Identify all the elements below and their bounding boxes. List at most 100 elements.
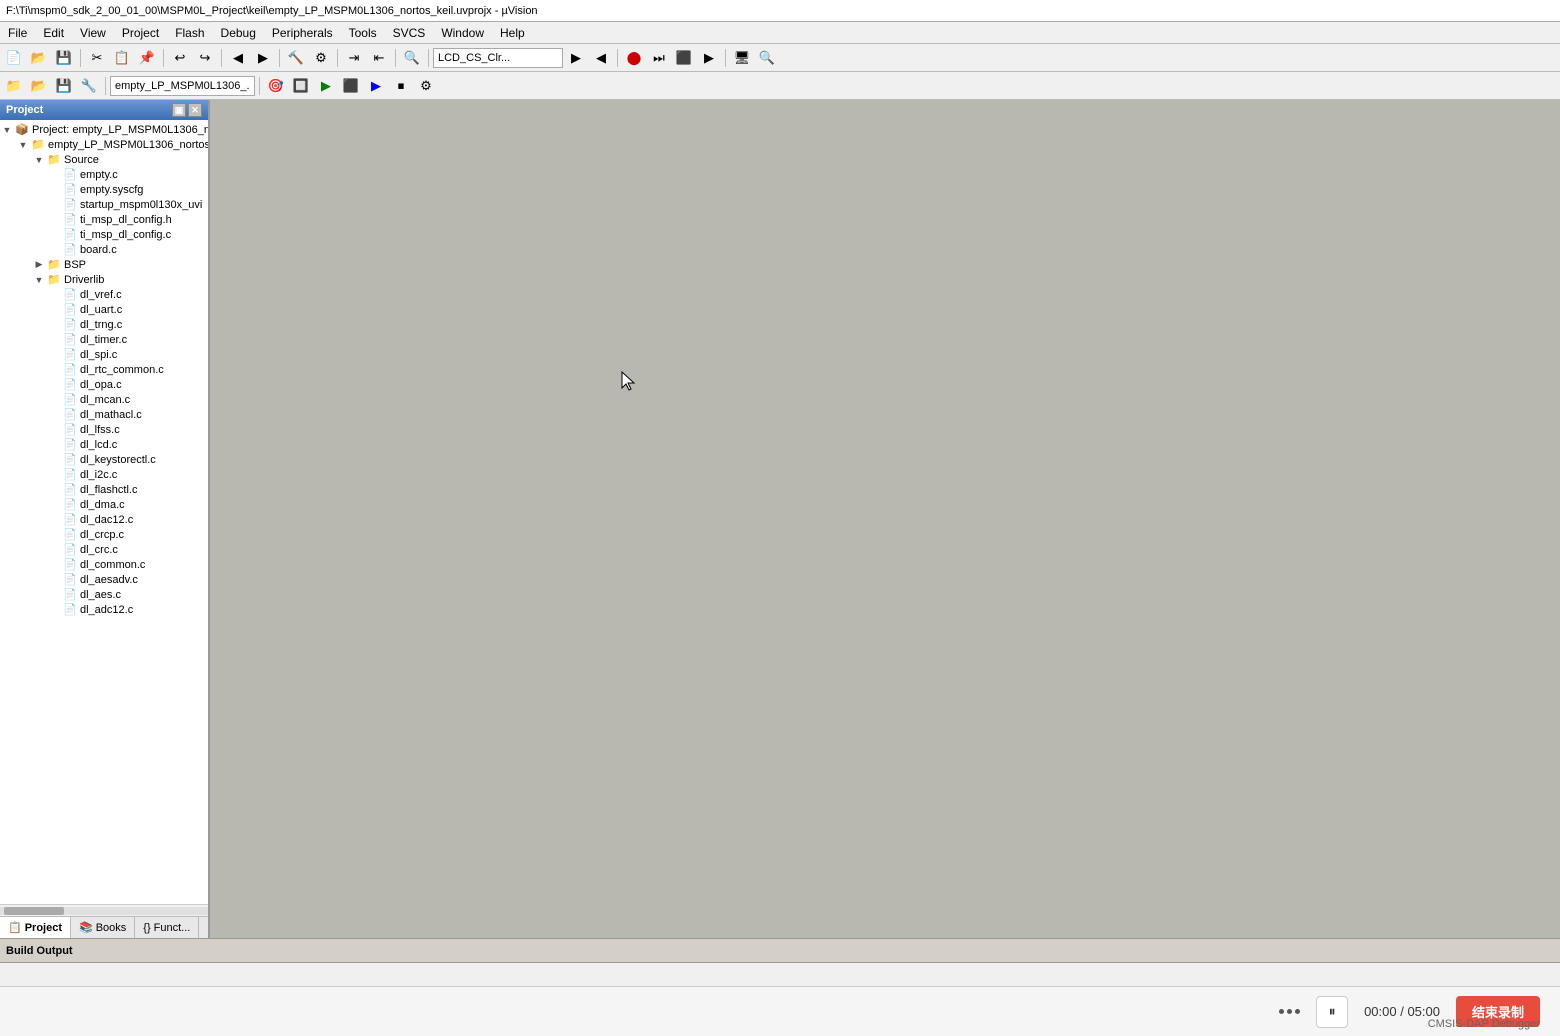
list-item[interactable]: 📄 dl_trng.c xyxy=(0,317,208,332)
t2-flash-btn[interactable]: ▶ xyxy=(314,75,338,97)
nav-back-btn[interactable]: ◀ xyxy=(226,47,250,69)
list-item[interactable]: 📄 dl_rtc_common.c xyxy=(0,362,208,377)
list-item[interactable]: 📄 dl_dac12.c xyxy=(0,512,208,527)
menu-item-debug[interactable]: Debug xyxy=(213,22,264,43)
list-item[interactable]: 📄 dl_crcp.c xyxy=(0,527,208,542)
search-prev-btn[interactable]: ◀ xyxy=(589,47,613,69)
menu-item-edit[interactable]: Edit xyxy=(35,22,72,43)
list-item[interactable]: 📄 dl_dma.c xyxy=(0,497,208,512)
tree-root[interactable]: ▼ 📦 Project: empty_LP_MSPM0L1306_no xyxy=(0,122,208,137)
menu-item-file[interactable]: File xyxy=(0,22,35,43)
indent-btn[interactable]: ⇥ xyxy=(342,47,366,69)
tree-bsp-folder[interactable]: ▶ 📁 BSP xyxy=(0,257,208,272)
t2-btn4[interactable]: 🔧 xyxy=(77,75,101,97)
debug-btn[interactable]: ⬤ xyxy=(622,47,646,69)
file-icon: 📄 xyxy=(62,513,78,526)
tab-functions[interactable]: {} Funct... xyxy=(135,917,199,938)
list-item[interactable]: 📄 board.c xyxy=(0,242,208,257)
list-item[interactable]: 📄 ti_msp_dl_config.h xyxy=(0,212,208,227)
list-item[interactable]: 📄 dl_i2c.c xyxy=(0,467,208,482)
list-item[interactable]: 📄 empty.syscfg xyxy=(0,182,208,197)
nav-fwd-btn[interactable]: ▶ xyxy=(251,47,275,69)
file-icon: 📄 xyxy=(62,423,78,436)
file-label: dl_crcp.c xyxy=(78,529,124,541)
find-btn[interactable]: 🔍 xyxy=(400,47,424,69)
recording-time: 00:00 / 05:00 xyxy=(1364,1004,1440,1019)
run-btn[interactable]: ▶ xyxy=(697,47,721,69)
t2-stop-btn[interactable]: ⏹ xyxy=(389,75,413,97)
t2-chip-btn[interactable]: 🔲 xyxy=(289,75,313,97)
t2-target-btn[interactable]: 🎯 xyxy=(264,75,288,97)
project-tree[interactable]: ▼ 📦 Project: empty_LP_MSPM0L1306_no ▼ 📁 … xyxy=(0,120,208,904)
new-btn[interactable]: 📄 xyxy=(2,47,26,69)
menu-item-project[interactable]: Project xyxy=(114,22,167,43)
step-btn[interactable]: ⏭ xyxy=(647,47,671,69)
zoom-btn[interactable]: 🔍 xyxy=(755,47,779,69)
rebuild-btn[interactable]: ⚙ xyxy=(309,47,333,69)
project-header: Project ▣ ✕ xyxy=(0,100,208,120)
t2-erase-btn[interactable]: ⬛ xyxy=(339,75,363,97)
list-item[interactable]: 📄 dl_lfss.c xyxy=(0,422,208,437)
t2-btn1[interactable]: 📁 xyxy=(2,75,26,97)
t2-run-btn[interactable]: ▶ xyxy=(364,75,388,97)
file-icon: 📄 xyxy=(62,348,78,361)
stop-btn[interactable]: ⬛ xyxy=(672,47,696,69)
search-input[interactable] xyxy=(433,48,563,68)
list-item[interactable]: 📄 empty.c xyxy=(0,167,208,182)
project-select[interactable] xyxy=(110,76,255,96)
t2-opt-btn[interactable]: ⚙ xyxy=(414,75,438,97)
list-item[interactable]: 📄 dl_mcan.c xyxy=(0,392,208,407)
panel-close-btn[interactable]: ✕ xyxy=(188,103,202,117)
tab-templates[interactable]: 🌡 Temp... xyxy=(199,917,210,938)
list-item[interactable]: 📄 dl_aesadv.c xyxy=(0,572,208,587)
list-item[interactable]: 📄 startup_mspm0l130x_uvi xyxy=(0,197,208,212)
list-item[interactable]: 📄 dl_mathacl.c xyxy=(0,407,208,422)
file-label: board.c xyxy=(78,244,117,256)
sep-6 xyxy=(395,49,396,67)
tree-driverlib-folder[interactable]: ▼ 📁 Driverlib xyxy=(0,272,208,287)
list-item[interactable]: 📄 ti_msp_dl_config.c xyxy=(0,227,208,242)
list-item[interactable]: 📄 dl_timer.c xyxy=(0,332,208,347)
pause-button[interactable]: ⏸ xyxy=(1316,996,1348,1028)
menu-item-svcs[interactable]: SVCS xyxy=(385,22,434,43)
t2-btn2[interactable]: 📂 xyxy=(27,75,51,97)
paste-btn[interactable]: 📌 xyxy=(135,47,159,69)
list-item[interactable]: 📄 dl_keystorectl.c xyxy=(0,452,208,467)
dot-3 xyxy=(1295,1009,1300,1014)
t2-btn3[interactable]: 💾 xyxy=(52,75,76,97)
tab-books[interactable]: 📚 Books xyxy=(71,917,135,938)
panel-float-btn[interactable]: ▣ xyxy=(172,103,186,117)
save-btn[interactable]: 💾 xyxy=(52,47,76,69)
list-item[interactable]: 📄 dl_lcd.c xyxy=(0,437,208,452)
project-hscroll[interactable] xyxy=(0,904,208,916)
unindent-btn[interactable]: ⇤ xyxy=(367,47,391,69)
copy-btn[interactable]: 📋 xyxy=(110,47,134,69)
file-icon: 📄 xyxy=(62,453,78,466)
cut-btn[interactable]: ✂ xyxy=(85,47,109,69)
search-go-btn[interactable]: ▶ xyxy=(564,47,588,69)
build-btn[interactable]: 🔨 xyxy=(284,47,308,69)
view-btn[interactable]: 🖥 xyxy=(730,47,754,69)
list-item[interactable]: 📄 dl_uart.c xyxy=(0,302,208,317)
list-item[interactable]: 📄 dl_opa.c xyxy=(0,377,208,392)
list-item[interactable]: 📄 dl_aes.c xyxy=(0,587,208,602)
menu-item-help[interactable]: Help xyxy=(492,22,533,43)
tree-source-folder[interactable]: ▼ 📁 Source xyxy=(0,152,208,167)
list-item[interactable]: 📄 dl_flashctl.c xyxy=(0,482,208,497)
menu-item-peripherals[interactable]: Peripherals xyxy=(264,22,341,43)
recording-bar: ⏸ 00:00 / 05:00 结束录制 xyxy=(0,986,1560,1036)
list-item[interactable]: 📄 dl_common.c xyxy=(0,557,208,572)
undo-btn[interactable]: ↩ xyxy=(168,47,192,69)
list-item[interactable]: 📄 dl_adc12.c xyxy=(0,602,208,617)
open-btn[interactable]: 📂 xyxy=(27,47,51,69)
redo-btn[interactable]: ↪ xyxy=(193,47,217,69)
tab-project[interactable]: 📋 Project xyxy=(0,917,71,938)
list-item[interactable]: 📄 dl_vref.c xyxy=(0,287,208,302)
tree-target[interactable]: ▼ 📁 empty_LP_MSPM0L1306_nortos... xyxy=(0,137,208,152)
menu-item-view[interactable]: View xyxy=(72,22,114,43)
list-item[interactable]: 📄 dl_crc.c xyxy=(0,542,208,557)
menu-item-window[interactable]: Window xyxy=(433,22,492,43)
menu-item-tools[interactable]: Tools xyxy=(341,22,385,43)
menu-item-flash[interactable]: Flash xyxy=(167,22,212,43)
list-item[interactable]: 📄 dl_spi.c xyxy=(0,347,208,362)
